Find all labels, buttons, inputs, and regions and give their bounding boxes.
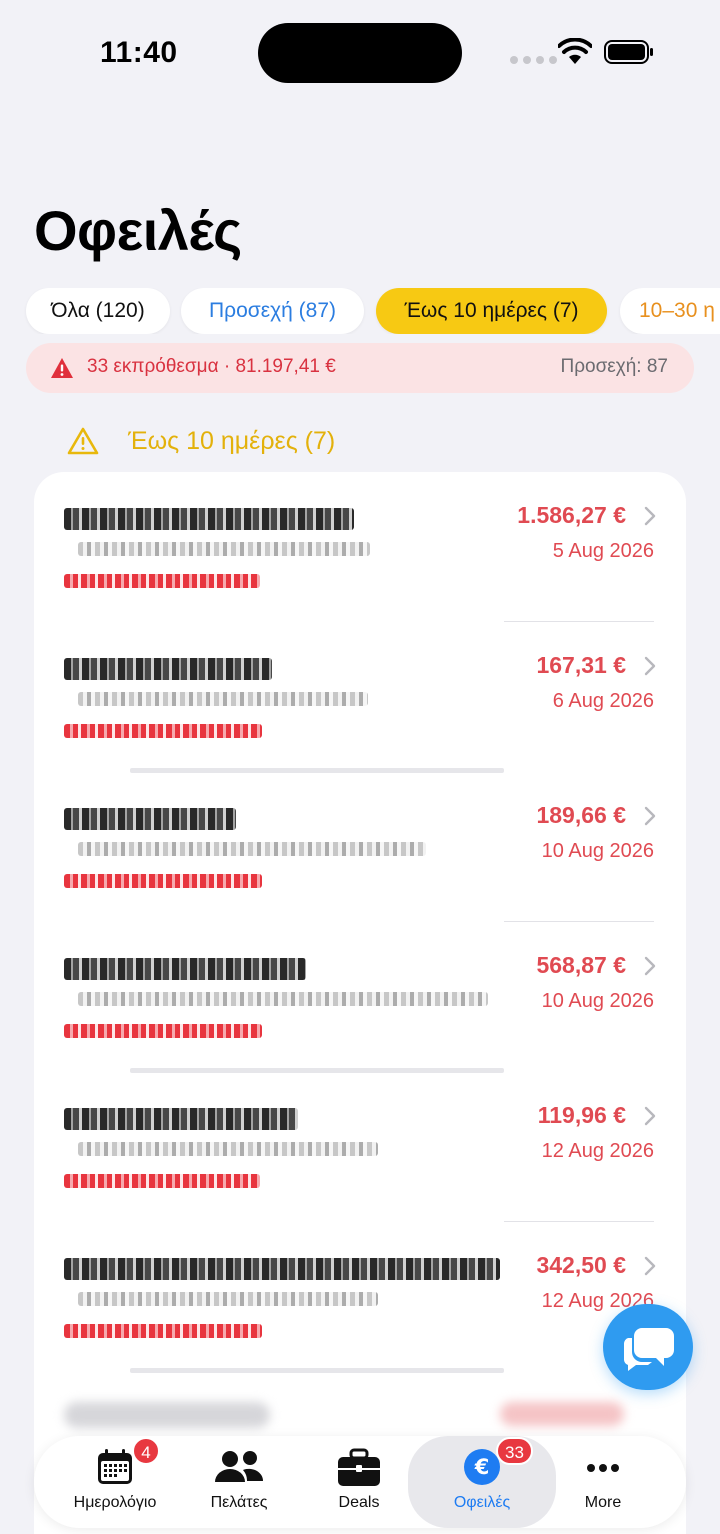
filter-chip-10-30-days[interactable]: 10–30 η — [620, 288, 720, 334]
briefcase-icon — [338, 1448, 380, 1486]
chevron-right-icon — [644, 656, 656, 676]
status-tag-redacted — [64, 724, 262, 738]
due-date: 6 Aug 2026 — [552, 690, 654, 712]
due-date: 5 Aug 2026 — [552, 540, 654, 562]
battery-icon — [604, 40, 653, 64]
next-row-amount-blurred — [500, 1402, 624, 1426]
tab-label: Deals — [338, 1494, 380, 1511]
chevron-right-icon — [644, 1256, 656, 1276]
row-separator — [130, 1368, 504, 1373]
tab-customers[interactable]: Πελάτες — [174, 1436, 304, 1528]
chat-bubbles-icon — [623, 1328, 674, 1371]
list-item[interactable]: 189,66 € 10 Aug 2026 — [34, 772, 686, 922]
customer-name-redacted — [64, 1108, 298, 1130]
debt-amount: 342,50 € — [536, 1252, 626, 1278]
filter-chip-within-10-days[interactable]: Έως 10 ημέρες (7) — [376, 288, 607, 334]
tab-bar: 4 Ημερολόγιο Πελάτες Deals € 33 Οφειλές — [34, 1436, 686, 1528]
customer-name-redacted — [64, 658, 272, 680]
filter-chips: Όλα (120) Προσεχή (87) Έως 10 ημέρες (7)… — [0, 288, 720, 334]
page-title: Οφειλές — [34, 199, 242, 262]
calendar-icon — [98, 1449, 132, 1484]
customer-details-redacted — [78, 1142, 378, 1156]
due-date: 12 Aug 2026 — [541, 1140, 654, 1162]
due-date: 10 Aug 2026 — [541, 840, 654, 862]
list-item[interactable]: 119,96 € 12 Aug 2026 — [34, 1072, 686, 1222]
section-title: Έως 10 ημέρες (7) — [128, 426, 336, 455]
customer-details-redacted — [78, 992, 488, 1006]
customer-details-redacted — [78, 842, 426, 856]
list-item[interactable]: 167,31 € 6 Aug 2026 — [34, 622, 686, 773]
tab-label: Πελάτες — [210, 1494, 268, 1511]
customer-details-redacted — [78, 542, 370, 556]
tab-label: Οφειλές — [453, 1494, 511, 1511]
warning-outline-icon — [67, 427, 99, 455]
customer-details-redacted — [78, 692, 368, 706]
filter-chip-upcoming[interactable]: Προσεχή (87) — [181, 288, 364, 334]
debt-amount: 119,96 € — [537, 1102, 626, 1128]
more-dots-icon — [587, 1464, 619, 1472]
svg-text:€: € — [474, 1455, 490, 1479]
customer-details-redacted — [78, 1292, 378, 1306]
section-header: Έως 10 ημέρες (7) — [66, 424, 335, 458]
status-tag-redacted — [64, 1324, 262, 1338]
tab-calendar[interactable]: 4 Ημερολόγιο — [50, 1436, 180, 1528]
list-item[interactable]: 1.586,27 € 5 Aug 2026 — [34, 472, 686, 622]
customer-name-redacted — [64, 808, 236, 830]
tab-label: More — [584, 1494, 622, 1511]
debts-list: 1.586,27 € 5 Aug 2026 167,31 € 6 Aug 202… — [34, 472, 686, 1534]
customer-name-redacted — [64, 1258, 500, 1280]
dynamic-island — [258, 23, 462, 83]
status-tag-redacted — [64, 1174, 260, 1188]
due-date: 10 Aug 2026 — [541, 990, 654, 1012]
debt-amount: 167,31 € — [536, 652, 626, 678]
calendar-badge: 4 — [132, 1437, 160, 1465]
chevron-right-icon — [644, 506, 656, 526]
debts-badge: 33 — [496, 1437, 533, 1465]
next-row-name-blurred — [64, 1402, 270, 1428]
filter-chip-all[interactable]: Όλα (120) — [26, 288, 170, 334]
tab-deals[interactable]: Deals — [294, 1436, 424, 1528]
warning-triangle-icon — [51, 358, 73, 378]
tab-debts[interactable]: € 33 Οφειλές — [408, 1436, 556, 1528]
customer-name-redacted — [64, 508, 354, 530]
people-icon — [215, 1451, 264, 1482]
status-tag-redacted — [64, 874, 262, 888]
overdue-summary-text: 33 εκπρόθεσμα · 81.197,41 € — [87, 356, 336, 377]
wifi-icon — [558, 38, 592, 64]
status-bar: 11:40 — [0, 0, 720, 110]
chevron-right-icon — [644, 1106, 656, 1126]
chevron-right-icon — [644, 806, 656, 826]
status-tag-redacted — [64, 1024, 262, 1038]
cellular-signal-icon — [510, 56, 557, 64]
chat-button[interactable] — [603, 1304, 693, 1390]
upcoming-count-text: Προσεχή: 87 — [560, 356, 668, 377]
chevron-right-icon — [644, 956, 656, 976]
list-item[interactable]: 342,50 € 12 Aug 2026 — [34, 1222, 686, 1373]
status-tag-redacted — [64, 574, 260, 588]
list-item[interactable]: 568,87 € 10 Aug 2026 — [34, 922, 686, 1073]
tab-label: Ημερολόγιο — [73, 1494, 157, 1511]
debt-amount: 568,87 € — [536, 952, 626, 978]
customer-name-redacted — [64, 958, 306, 980]
debt-amount: 189,66 € — [536, 802, 626, 828]
status-time: 11:40 — [100, 36, 178, 69]
tab-more[interactable]: More — [538, 1436, 668, 1528]
debt-amount: 1.586,27 € — [517, 502, 626, 528]
overdue-alert-banner[interactable]: 33 εκπρόθεσμα · 81.197,41 € Προσεχή: 87 — [26, 343, 694, 393]
